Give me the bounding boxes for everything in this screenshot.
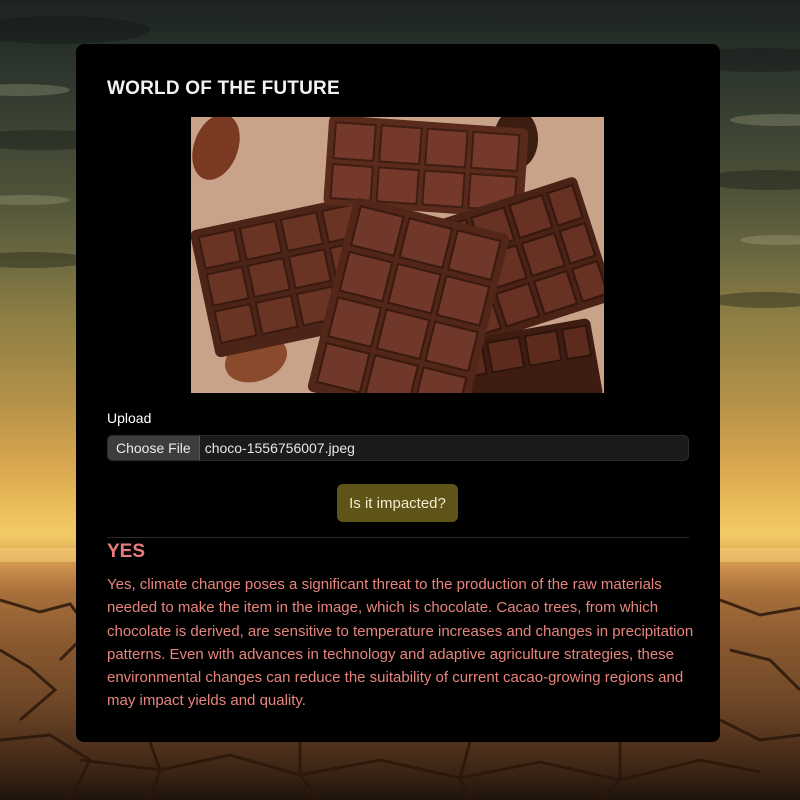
result-answer: YES <box>107 541 146 562</box>
result-explanation: Yes, climate change poses a significant … <box>107 576 694 710</box>
selected-file-name: choco-1556756007.jpeg <box>204 440 355 456</box>
page-title: WORLD OF THE FUTURE <box>107 78 340 99</box>
upload-label: Upload <box>107 410 152 426</box>
divider <box>107 537 689 538</box>
choose-file-button[interactable]: Choose File <box>108 436 200 460</box>
file-upload-input[interactable]: Choose File choco-1556756007.jpeg <box>107 435 689 461</box>
main-card: WORLD OF THE FUTURE Upload Choose File c… <box>76 44 720 742</box>
chocolate-bars-photo-icon <box>191 117 604 393</box>
is-it-impacted-button[interactable]: Is it impacted? <box>337 484 458 522</box>
uploaded-image-preview <box>191 117 604 393</box>
